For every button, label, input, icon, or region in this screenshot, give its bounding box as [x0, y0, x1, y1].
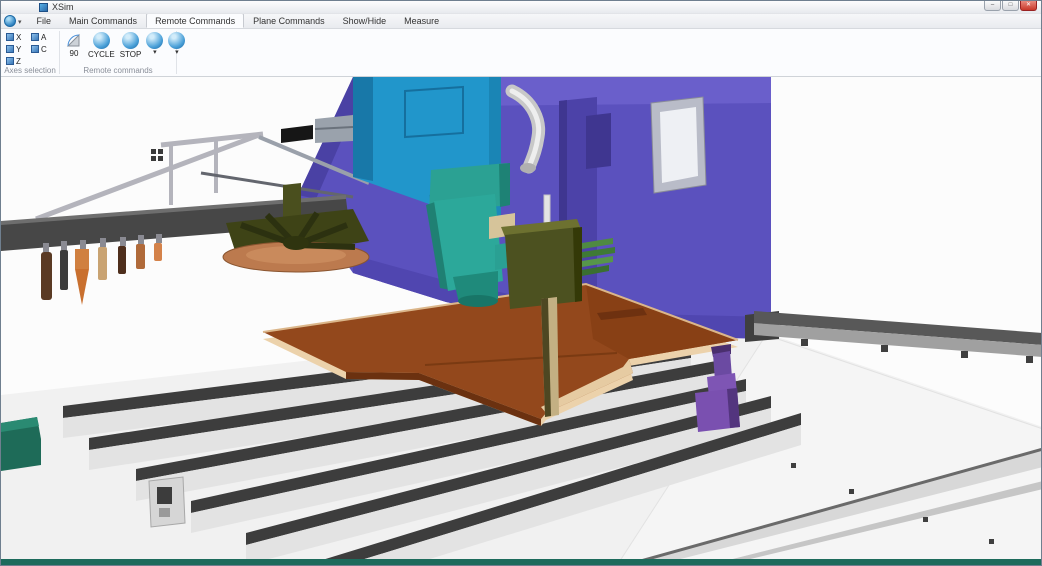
axes-group-label: Axes selection — [1, 66, 59, 75]
app-menu-button[interactable]: ▾ — [4, 15, 22, 28]
chevron-down-icon: ▾ — [175, 50, 179, 56]
axis-checkbox-x[interactable]: X — [6, 31, 31, 43]
minimize-button[interactable]: – — [984, 1, 1001, 11]
remote-dropdown-2[interactable]: ▾ — [166, 31, 187, 57]
stop-orb-icon — [122, 32, 139, 49]
axis-c-icon — [31, 45, 39, 53]
ribbon-tab-row: ▾ File Main Commands Remote Commands Pla… — [1, 14, 1041, 29]
close-button[interactable]: ✕ — [1020, 1, 1037, 11]
cycle-button[interactable]: CYCLE — [86, 31, 117, 60]
simulation-scene — [1, 77, 1041, 565]
axis-y-icon — [6, 45, 14, 53]
xsim-window: XSim – □ ✕ ▾ File Main Commands Remote C… — [0, 0, 1042, 566]
remote-orb-icon — [146, 32, 163, 49]
remote-orb-icon — [168, 32, 185, 49]
tool-bit — [118, 246, 126, 274]
ribbon: X A Y C Z Axes selecti — [1, 29, 1041, 77]
stop-button[interactable]: STOP — [118, 31, 144, 60]
remote-group-label: Remote commands — [60, 66, 176, 75]
tab-show-hide[interactable]: Show/Hide — [334, 13, 396, 28]
axis-a-icon — [31, 33, 39, 41]
cycle-orb-icon — [93, 32, 110, 49]
3d-viewport[interactable] — [1, 77, 1041, 565]
tab-main-commands[interactable]: Main Commands — [60, 13, 146, 28]
axis-checkbox-a[interactable]: A — [31, 31, 56, 43]
tab-measure[interactable]: Measure — [395, 13, 448, 28]
titlebar: XSim – □ ✕ — [1, 1, 1041, 14]
protractor-icon — [65, 32, 83, 48]
maximize-button[interactable]: □ — [1002, 1, 1019, 11]
tab-plane-commands[interactable]: Plane Commands — [244, 13, 334, 28]
tool-bit — [75, 249, 89, 269]
axis-checkbox-y[interactable]: Y — [6, 43, 31, 55]
rotate-90-button[interactable]: 90 — [63, 31, 85, 59]
tool-bit — [41, 252, 52, 300]
axis-x-icon — [6, 33, 14, 41]
app-icon — [39, 3, 48, 12]
tab-file[interactable]: File — [28, 13, 61, 28]
tool-bit — [154, 243, 162, 261]
remote-commands-group: 90 CYCLE STOP ▾ ▾ Remote commands — [60, 29, 176, 76]
tool-bit — [98, 247, 107, 280]
axes-selection-group: X A Y C Z Axes selecti — [1, 29, 59, 76]
tool-bit — [136, 244, 145, 269]
chevron-down-icon: ▾ — [153, 50, 157, 56]
axis-z-icon — [6, 57, 14, 65]
tool-bit — [60, 250, 68, 290]
remote-dropdown-1[interactable]: ▾ — [144, 31, 165, 57]
window-title: XSim — [52, 2, 74, 12]
chevron-down-icon: ▾ — [18, 18, 22, 26]
tab-remote-commands[interactable]: Remote Commands — [146, 13, 244, 28]
app-menu-icon — [4, 15, 16, 27]
floor-strip — [1, 559, 1041, 565]
axis-checkbox-c[interactable]: C — [31, 43, 56, 55]
